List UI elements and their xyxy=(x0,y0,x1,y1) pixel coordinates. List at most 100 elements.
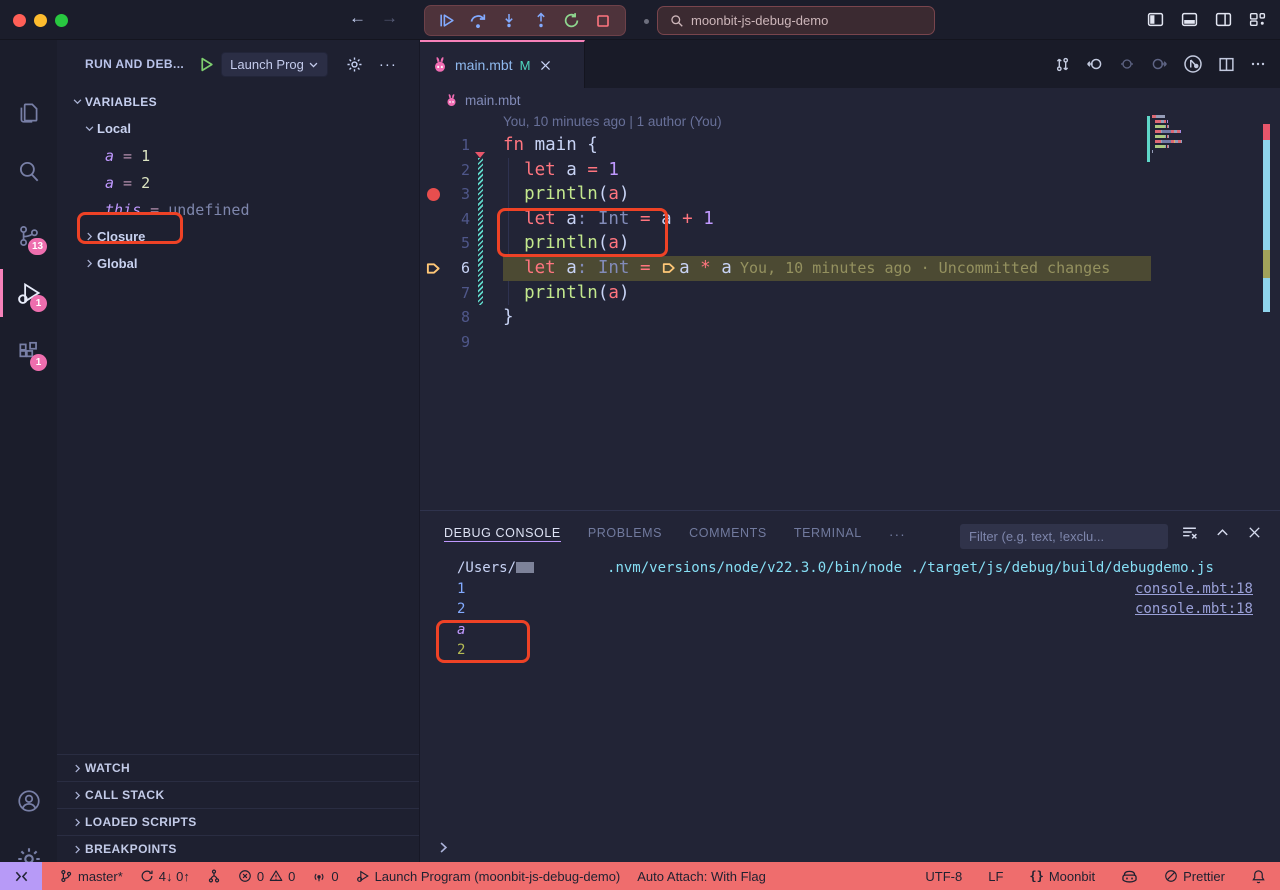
more-actions-icon[interactable]: ··· xyxy=(379,56,397,73)
start-debugging-button[interactable] xyxy=(198,56,215,73)
panel-tab-problems[interactable]: PROBLEMS xyxy=(588,526,662,542)
copilot-icon[interactable] xyxy=(1121,869,1138,884)
code-line-2[interactable]: 2 let a = 1 xyxy=(420,158,1280,183)
toggle-secondary-sidebar-icon[interactable] xyxy=(1215,11,1232,28)
go-back-icon[interactable]: ← xyxy=(349,8,366,28)
debug-session-status[interactable]: Launch Program (moonbit-js-debug-demo) xyxy=(356,869,621,884)
git-graph-icon[interactable] xyxy=(207,869,221,883)
code-text[interactable]: let a = 1 xyxy=(503,158,619,183)
minimize-window-button[interactable] xyxy=(34,14,47,27)
close-panel-icon[interactable] xyxy=(1247,524,1262,541)
line-number: 6 xyxy=(420,256,470,281)
panel-more-tabs-icon[interactable]: ··· xyxy=(889,526,906,542)
console-row: 2console.mbt:18 xyxy=(457,599,1253,620)
change-dot-icon[interactable] xyxy=(1119,56,1135,72)
remote-indicator[interactable] xyxy=(0,862,42,890)
code-text[interactable]: let a: Int = a * aYou, 10 minutes ago · … xyxy=(503,256,1151,281)
console-filter[interactable] xyxy=(960,524,1168,549)
annotation-box-variable xyxy=(77,212,183,244)
command-center[interactable]: moonbit-js-debug-demo xyxy=(657,6,935,35)
scope-local[interactable]: Local xyxy=(57,115,419,142)
console-input-prompt-icon[interactable] xyxy=(437,841,450,854)
step-out-button[interactable] xyxy=(531,11,551,31)
overview-ruler-breakpoint xyxy=(1263,124,1270,140)
code-text[interactable]: println(a) xyxy=(503,281,629,306)
restart-button[interactable] xyxy=(562,11,582,31)
variables-section-header[interactable]: VARIABLES xyxy=(57,88,419,115)
code-line-3[interactable]: 3 println(a) xyxy=(420,182,1280,207)
minimap[interactable] xyxy=(1150,114,1220,159)
step-into-button[interactable] xyxy=(499,11,519,31)
git-sync-status[interactable]: 4↓ 0↑ xyxy=(140,869,190,884)
sidebar-item-source-control[interactable]: 13 xyxy=(0,210,57,262)
ports-status[interactable]: 0 xyxy=(312,869,338,884)
variable-row-a[interactable]: a = 1 xyxy=(57,142,419,169)
section-loaded-scripts[interactable]: LOADED SCRIPTS xyxy=(57,808,419,835)
customize-layout-icon[interactable] xyxy=(1249,11,1266,28)
launch-config-dropdown[interactable]: Launch Prog xyxy=(221,52,328,77)
toggle-primary-sidebar-icon[interactable] xyxy=(1147,11,1164,28)
auto-attach-status[interactable]: Auto Attach: With Flag xyxy=(637,869,766,884)
code-line-8[interactable]: 8 } xyxy=(420,305,1280,330)
continue-button[interactable] xyxy=(437,11,457,31)
notifications-bell-icon[interactable] xyxy=(1251,869,1266,884)
error-count: 0 xyxy=(257,869,264,884)
breadcrumb[interactable]: main.mbt xyxy=(420,88,1280,112)
step-over-button[interactable] xyxy=(468,11,488,31)
problems-status[interactable]: 0 0 xyxy=(238,869,295,884)
close-window-button[interactable] xyxy=(13,14,26,27)
section-watch[interactable]: WATCH xyxy=(57,754,419,781)
split-editor-icon[interactable] xyxy=(1218,56,1235,73)
command-center-query: moonbit-js-debug-demo xyxy=(691,13,828,28)
code-text[interactable]: fn main { xyxy=(503,133,598,158)
code-text[interactable]: } xyxy=(503,305,514,330)
editor-more-actions-icon[interactable] xyxy=(1250,56,1266,72)
code-text[interactable]: println(a) xyxy=(503,182,629,207)
breadcrumb-filename: main.mbt xyxy=(465,93,521,108)
stop-button[interactable] xyxy=(593,11,613,31)
maximize-window-button[interactable] xyxy=(55,14,68,27)
eol-status[interactable]: LF xyxy=(988,869,1003,884)
account-icon[interactable] xyxy=(0,775,57,827)
sidebar-header: RUN AND DEB... Launch Prog ··· xyxy=(57,40,419,88)
language-mode-status[interactable]: {} Moonbit xyxy=(1029,869,1095,884)
line-number: 7 xyxy=(420,281,470,306)
panel-tab-terminal[interactable]: TERMINAL xyxy=(794,526,862,542)
encoding-status[interactable]: UTF-8 xyxy=(925,869,962,884)
console-source-link[interactable]: console.mbt:18 xyxy=(1135,599,1253,620)
previous-change-icon[interactable] xyxy=(1086,55,1104,73)
git-branch-status[interactable]: master* xyxy=(59,869,123,884)
sidebar-item-explorer[interactable] xyxy=(0,86,57,138)
code-line-7[interactable]: 7 println(a) xyxy=(420,281,1280,306)
toggle-panel-icon[interactable] xyxy=(1181,11,1198,28)
maximize-panel-icon[interactable] xyxy=(1215,524,1230,541)
debug-settings-gear-icon[interactable] xyxy=(346,56,363,73)
formatter-status[interactable]: Prettier xyxy=(1164,869,1225,884)
code-line-6[interactable]: 6 let a: Int = a * aYou, 10 minutes ago … xyxy=(420,256,1280,281)
sidebar-item-extensions[interactable]: 1 xyxy=(0,326,57,378)
status-bar: master* 4↓ 0↑ 0 0 0 Launch Program (moon… xyxy=(0,862,1280,890)
sidebar-item-search[interactable] xyxy=(0,145,57,197)
go-forward-icon[interactable]: → xyxy=(381,8,398,28)
search-icon xyxy=(670,14,684,28)
section-breakpoints[interactable]: BREAKPOINTS xyxy=(57,835,419,862)
panel-tab-comments[interactable]: COMMENTS xyxy=(689,526,767,542)
sidebar-item-run-and-debug[interactable]: 1 xyxy=(0,267,57,319)
filter-input[interactable] xyxy=(960,529,1168,544)
open-changes-icon[interactable] xyxy=(1054,56,1071,73)
panel-tab-debug-console[interactable]: DEBUG CONSOLE xyxy=(444,526,561,542)
code-line-9[interactable]: 9 xyxy=(420,330,1280,355)
debug-console-output[interactable]: /Users/.nvm/versions/node/v22.3.0/bin/no… xyxy=(457,558,1253,661)
overview-ruler-modified xyxy=(1263,278,1270,312)
tab-main-mbt[interactable]: main.mbt M xyxy=(420,40,585,88)
scope-global[interactable]: Global xyxy=(57,250,419,277)
run-or-debug-icon[interactable] xyxy=(1183,54,1203,74)
next-change-icon[interactable] xyxy=(1150,55,1168,73)
line-number: 4 xyxy=(420,207,470,232)
editor-body[interactable]: You, 10 minutes ago | 1 author (You) 1 f… xyxy=(420,112,1280,510)
clear-console-icon[interactable] xyxy=(1181,524,1198,541)
section-call-stack[interactable]: CALL STACK xyxy=(57,781,419,808)
close-tab-icon[interactable] xyxy=(539,59,552,72)
console-source-link[interactable]: console.mbt:18 xyxy=(1135,579,1253,600)
variable-row-a[interactable]: a = 2 xyxy=(57,169,419,196)
